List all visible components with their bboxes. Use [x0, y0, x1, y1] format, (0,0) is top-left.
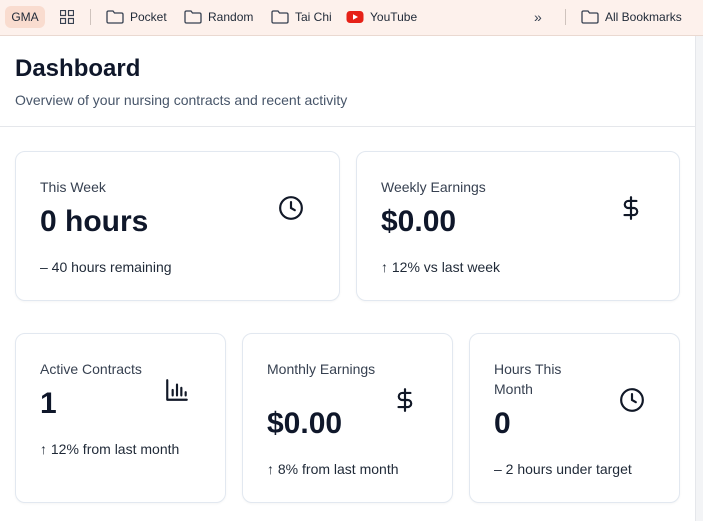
card-label: Hours This Month — [494, 361, 562, 397]
bookmarks-separator — [565, 9, 566, 25]
all-bookmarks-button[interactable]: All Bookmarks — [581, 8, 682, 26]
apps-grid-icon[interactable] — [60, 10, 74, 24]
card-label: Monthly Earnings — [267, 361, 376, 377]
card-value: 1 — [40, 387, 57, 420]
clock-icon — [620, 388, 644, 412]
this-week-card: This Week 0 hours – 40 hours remaining — [15, 151, 340, 301]
card-value: 0 — [494, 407, 511, 440]
page-title: Dashboard — [15, 55, 141, 82]
bookmark-youtube[interactable]: YouTube — [346, 8, 417, 26]
card-label: Weekly Earnings — [381, 179, 486, 195]
weekly-earnings-card: Weekly Earnings $0.00 ↑ 12% vs last week — [356, 151, 680, 301]
hours-this-month-card: Hours This Month 0 – 2 hours under targe… — [469, 333, 680, 503]
bookmark-label: Random — [208, 10, 254, 24]
more-bookmarks-button[interactable]: » — [534, 9, 542, 25]
monthly-earnings-card: Monthly Earnings $0.00 ↑ 8% from last mo… — [242, 333, 453, 503]
bar-chart-icon — [166, 379, 188, 401]
youtube-icon — [346, 11, 364, 23]
bookmark-random[interactable]: Random — [184, 8, 253, 26]
bookmark-label: Tai Chi — [295, 10, 332, 24]
card-note: ↑ 8% from last month — [267, 461, 399, 477]
bookmark-label: Pocket — [130, 10, 167, 24]
card-note: – 2 hours under target — [494, 461, 632, 477]
bookmarks-bar: GMA Pocket Random Tai Chi YouTube » All … — [0, 0, 703, 36]
card-note: ↑ 12% vs last week — [381, 259, 501, 275]
profile-badge[interactable]: GMA — [5, 6, 45, 28]
clock-icon — [279, 196, 303, 220]
folder-icon — [581, 10, 599, 24]
card-note: ↑ 12% from last month — [40, 441, 180, 457]
folder-icon — [184, 10, 202, 24]
bookmark-tai-chi[interactable]: Tai Chi — [271, 8, 332, 26]
card-label: This Week — [40, 179, 106, 195]
active-contracts-card: Active Contracts 1 ↑ 12% from last month — [15, 333, 226, 503]
card-value: $0.00 — [267, 407, 343, 440]
folder-icon — [271, 10, 289, 24]
all-bookmarks-label: All Bookmarks — [605, 10, 682, 24]
card-value: $0.00 — [381, 205, 457, 238]
card-note: – 40 hours remaining — [40, 259, 172, 275]
page-subtitle: Overview of your nursing contracts and r… — [15, 92, 348, 108]
bookmark-label: YouTube — [370, 10, 418, 24]
card-label: Active Contracts — [40, 361, 142, 377]
dollar-icon — [623, 196, 639, 220]
dollar-icon — [397, 388, 413, 412]
bookmarks-separator — [90, 9, 91, 25]
page-edge — [695, 36, 703, 521]
bookmark-pocket[interactable]: Pocket — [106, 8, 167, 26]
folder-icon — [106, 10, 124, 24]
card-value: 0 hours — [40, 205, 149, 238]
header-divider — [0, 126, 695, 127]
